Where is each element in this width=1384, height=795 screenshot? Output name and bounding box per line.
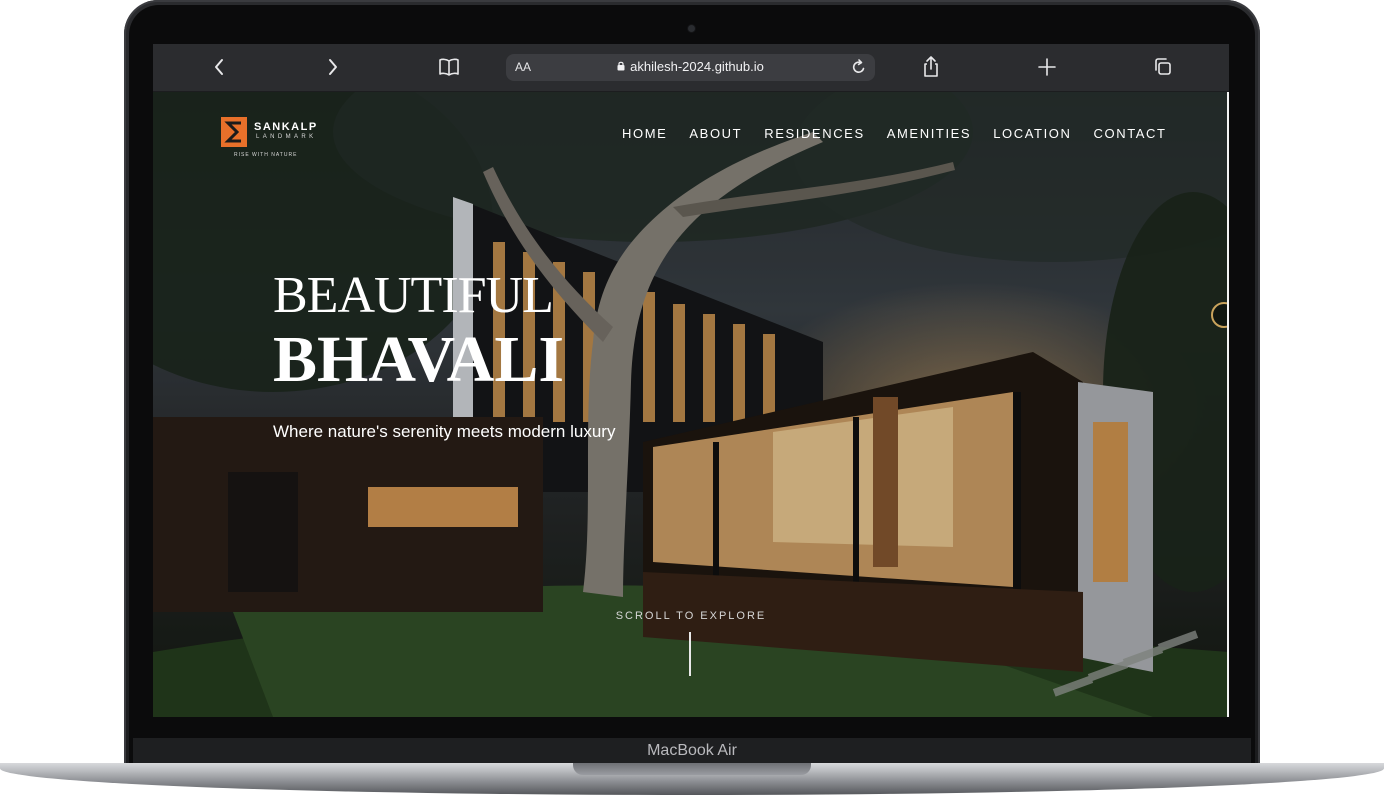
scrollbar-edge <box>1227 92 1229 717</box>
device-label: MacBook Air <box>647 742 737 759</box>
nav-residences[interactable]: RESIDENCES <box>764 126 865 141</box>
laptop-chin: MacBook Air <box>133 738 1251 764</box>
hero-section: SANKALP LANDMARK RISE WITH NATURE HOME A… <box>153 92 1229 717</box>
reload-icon[interactable] <box>851 58 867 81</box>
forward-icon[interactable] <box>327 55 339 79</box>
lock-icon <box>617 59 625 74</box>
nav-amenities[interactable]: AMENITIES <box>887 126 971 141</box>
url-text: akhilesh-2024.github.io <box>630 59 764 74</box>
address-bar[interactable]: AA akhilesh-2024.github.io <box>506 54 875 81</box>
bookmarks-icon[interactable] <box>438 55 460 79</box>
nav-about[interactable]: ABOUT <box>689 126 742 141</box>
logo-mark-icon <box>221 117 247 147</box>
nav-contact[interactable]: CONTACT <box>1094 126 1167 141</box>
url-display[interactable]: akhilesh-2024.github.io <box>506 59 875 74</box>
nav-location[interactable]: LOCATION <box>993 126 1071 141</box>
hero-title-bold: BHAVALI <box>273 323 565 396</box>
hero-title-light: BEAUTIFUL <box>273 267 554 324</box>
tabs-icon[interactable] <box>1153 55 1173 79</box>
laptop-notch <box>573 763 811 775</box>
house-photo <box>153 92 1229 717</box>
site-logo[interactable]: SANKALP LANDMARK RISE WITH NATURE <box>221 117 316 158</box>
share-icon[interactable] <box>922 55 940 79</box>
scroll-indicator-line <box>689 632 691 676</box>
browser-toolbar: AA akhilesh-2024.github.io <box>153 44 1229 92</box>
back-icon[interactable] <box>213 55 225 79</box>
screen: AA akhilesh-2024.github.io SANKALP LANDM… <box>153 44 1229 717</box>
new-tab-icon[interactable] <box>1038 55 1056 79</box>
logo-sub: LANDMARK <box>256 134 317 140</box>
main-nav: HOME ABOUT RESIDENCES AMENITIES LOCATION… <box>622 126 1167 141</box>
scroll-to-explore[interactable]: SCROLL TO EXPLORE <box>153 610 1229 622</box>
logo-word: SANKALP <box>254 121 318 133</box>
camera-icon <box>688 25 695 32</box>
nav-home[interactable]: HOME <box>622 126 667 141</box>
logo-tagline: RISE WITH NATURE <box>234 152 298 158</box>
hero-tagline: Where nature's serenity meets modern lux… <box>273 422 616 441</box>
